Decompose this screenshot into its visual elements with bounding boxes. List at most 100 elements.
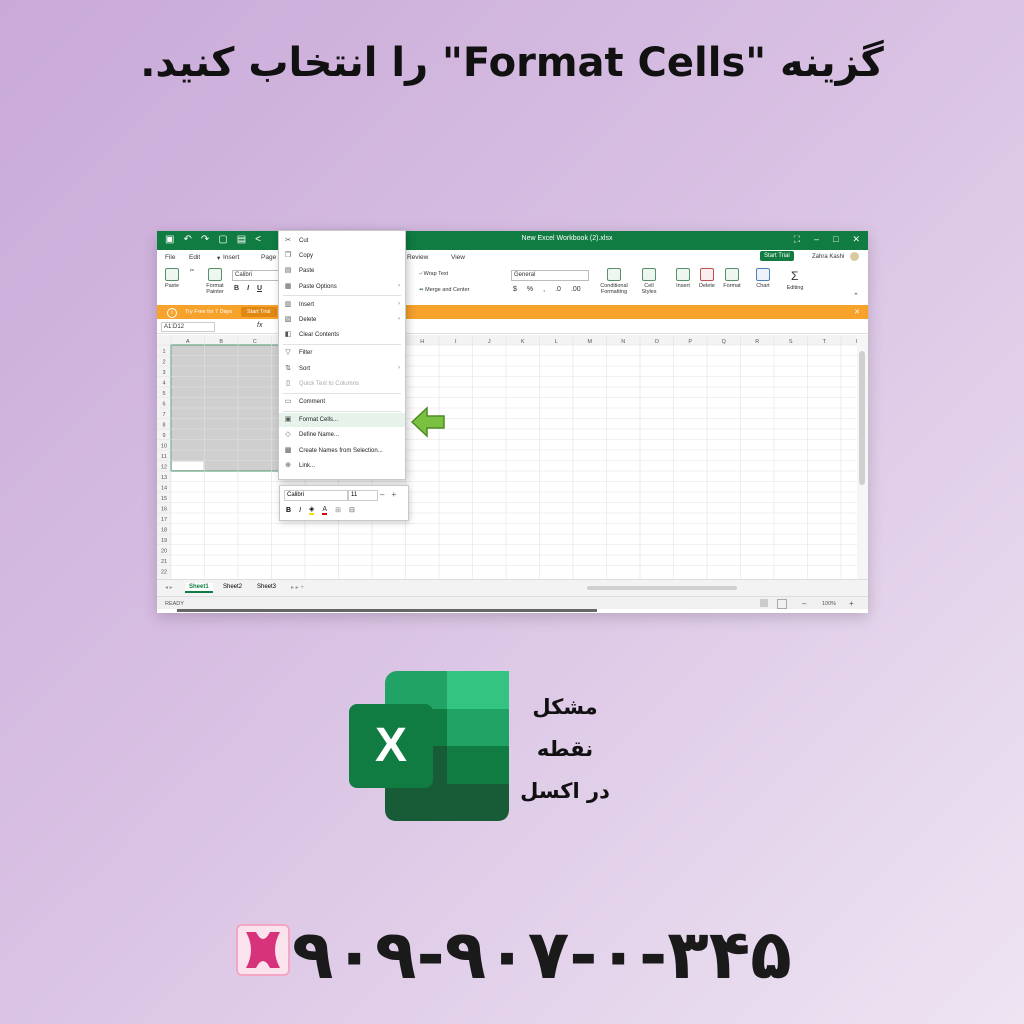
row-header-14[interactable]: 14 (161, 486, 167, 492)
conditional-formatting-button[interactable]: Conditional Formatting (595, 268, 633, 295)
add-sheet-icon[interactable]: ▸ ▸ + (287, 583, 308, 592)
increase-font-icon[interactable]: + (391, 490, 396, 499)
row-header-4[interactable]: 4 (162, 381, 165, 387)
column-header-b[interactable]: B (219, 339, 223, 345)
menu-edit[interactable]: Edit (189, 254, 200, 261)
close-icon[interactable]: ✕ (852, 234, 860, 245)
menu-item-comment[interactable]: ▭ Comment (279, 395, 405, 409)
row-header-18[interactable]: 18 (161, 528, 167, 534)
name-box[interactable]: A1:D12 (161, 322, 215, 332)
row-header-10[interactable]: 10 (161, 444, 167, 450)
tab-sheet2[interactable]: Sheet2 (219, 583, 246, 591)
zoom-out-icon[interactable]: – (802, 599, 806, 608)
increase-decimal-icon[interactable]: .0 (555, 286, 561, 293)
cut-icon[interactable]: ✂ (187, 268, 197, 274)
menu-page[interactable]: Page (261, 254, 276, 261)
mini-italic-button[interactable]: I (299, 507, 301, 514)
row-header-21[interactable]: 21 (161, 559, 167, 565)
row-header-8[interactable]: 8 (162, 423, 165, 429)
print-icon[interactable]: ▤ (237, 234, 246, 245)
horizontal-scrollbar[interactable] (587, 586, 737, 590)
menu-item-clear-contents[interactable]: ◧ Clear Contents (279, 328, 405, 342)
tab-nav-icon[interactable]: ◂ ▸ (161, 583, 177, 592)
tab-sheet1[interactable]: Sheet1 (185, 583, 213, 593)
italic-button[interactable]: I (247, 285, 249, 292)
merge-center-button[interactable]: ⬌ Merge and Center (419, 287, 499, 293)
row-header-16[interactable]: 16 (161, 507, 167, 513)
menu-item-copy[interactable]: ❐ Copy (279, 249, 405, 263)
format-button[interactable]: Format (721, 268, 743, 289)
row-header-7[interactable]: 7 (162, 412, 165, 418)
column-header-bar[interactable] (157, 335, 857, 345)
menu-item-delete[interactable]: ▧ Delete › (279, 313, 405, 327)
cell-styles-button[interactable]: Cell Styles (637, 268, 661, 295)
percent-icon[interactable]: % (527, 286, 533, 293)
font-color-icon[interactable]: A (322, 506, 328, 515)
currency-icon[interactable]: $ (513, 286, 517, 293)
menu-review[interactable]: Review (407, 254, 428, 261)
new-file-icon[interactable]: ▢ (218, 234, 227, 245)
mini-bold-button[interactable]: B (286, 507, 291, 514)
menu-item-create-names-from-selection[interactable]: ▩ Create Names from Selection... (279, 444, 405, 458)
column-header-l[interactable]: L (555, 339, 558, 345)
column-header-k[interactable]: K (521, 339, 525, 345)
column-header-o[interactable]: O (655, 339, 660, 345)
row-header-19[interactable]: 19 (161, 538, 167, 544)
menu-item-paste-options[interactable]: ▦ Paste Options › (279, 280, 405, 294)
mini-font-select[interactable]: Calibri (284, 490, 348, 501)
insert-cells-button[interactable]: Insert (673, 268, 693, 289)
undo-icon[interactable]: ↶ (183, 234, 191, 245)
zoom-in-icon[interactable]: + (849, 599, 854, 608)
redo-icon[interactable]: ↷ (201, 234, 209, 245)
bold-button[interactable]: B (234, 285, 239, 292)
fullscreen-icon[interactable]: ⛶ (794, 234, 800, 245)
menu-file[interactable]: File (165, 254, 175, 261)
row-header-11[interactable]: 11 (161, 454, 167, 460)
column-header-j[interactable]: J (488, 339, 491, 345)
sigma-icon[interactable]: Σ (791, 269, 798, 283)
fill-color-icon[interactable]: ◈ (309, 505, 315, 515)
number-format-select[interactable]: General (511, 270, 589, 281)
share-icon[interactable]: < (255, 234, 261, 245)
menu-view[interactable]: View (451, 254, 465, 261)
mini-size-select[interactable]: 11 (348, 490, 378, 501)
row-header-15[interactable]: 15 (161, 496, 167, 502)
row-header-17[interactable]: 17 (161, 517, 167, 523)
delete-cells-button[interactable]: Delete (697, 268, 717, 289)
row-header-20[interactable]: 20 (161, 549, 167, 555)
menu-insert[interactable]: Insert (223, 254, 239, 261)
row-header-9[interactable]: 9 (162, 433, 165, 439)
row-header-1[interactable]: 1 (162, 349, 165, 355)
avatar[interactable] (850, 252, 859, 261)
trial-start-button[interactable]: Start Trial (241, 307, 277, 317)
save-icon[interactable]: ▣ (165, 234, 174, 245)
column-header-a[interactable]: A (186, 339, 190, 345)
column-header-s[interactable]: S (789, 339, 793, 345)
column-header-m[interactable]: M (587, 339, 592, 345)
paste-button[interactable]: Paste (163, 268, 181, 289)
row-header-6[interactable]: 6 (162, 402, 165, 408)
merge-icon[interactable]: ⊟ (349, 506, 355, 514)
column-header-q[interactable]: Q (722, 339, 727, 345)
format-painter-button[interactable]: Format Painter (205, 268, 225, 295)
menu-item-sort[interactable]: ⇅ Sort › (279, 362, 405, 376)
wrap-text-button[interactable]: ⤶ Wrap Text (419, 271, 479, 278)
chevron-up-icon[interactable]: ⌃ (853, 292, 859, 300)
menu-item-insert[interactable]: ▥ Insert › (279, 298, 405, 312)
page-view-icon[interactable] (777, 599, 787, 609)
row-header-5[interactable]: 5 (162, 391, 165, 397)
tab-sheet3[interactable]: Sheet3 (253, 583, 280, 591)
font-name-box[interactable]: Calibri (232, 270, 282, 281)
borders-icon[interactable]: ⊞ (335, 506, 341, 514)
start-trial-button[interactable]: Start Trial (760, 251, 794, 261)
underline-button[interactable]: U (257, 285, 262, 292)
editing-label[interactable]: Editing (783, 285, 807, 291)
menu-item-link[interactable]: ⊕ Link... (279, 459, 405, 473)
cell-grid[interactable]: ABCDEFGHIJKLMNOPQRSTU1234567891011121314… (157, 335, 857, 579)
row-header-3[interactable]: 3 (162, 370, 165, 376)
column-header-c[interactable]: C (253, 339, 257, 345)
column-header-r[interactable]: R (755, 339, 759, 345)
menu-item-filter[interactable]: ▽ Filter (279, 346, 405, 360)
chart-button[interactable]: Chart (753, 268, 773, 289)
menu-item-define-name[interactable]: ◇ Define Name... (279, 428, 405, 442)
